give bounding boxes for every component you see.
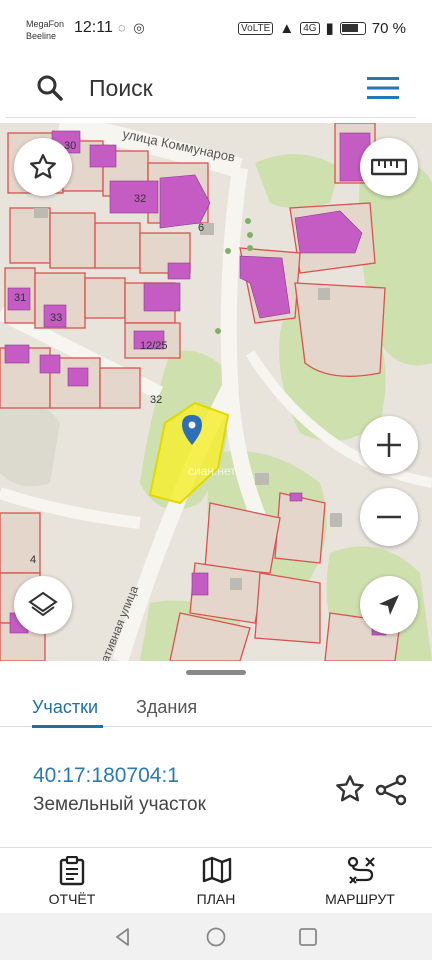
recents-icon[interactable]: [298, 927, 318, 947]
navigation-arrow-icon: [379, 595, 399, 615]
star-icon[interactable]: [334, 773, 366, 805]
parcel-type-label: Земельный участок: [33, 794, 206, 815]
network-badge: 4G: [300, 21, 320, 35]
volte-badge: VoLTE: [238, 21, 274, 35]
notification-icons: ◌ ◎: [118, 20, 147, 35]
signal-icon: ▮: [325, 20, 334, 37]
menu-icon[interactable]: [367, 76, 399, 100]
ruler-button[interactable]: [360, 138, 418, 196]
zoom-out-button[interactable]: [360, 488, 418, 546]
svg-text:4: 4: [30, 554, 36, 566]
system-indicators: VoLTE ▲ 4G ▮ 70 %: [238, 19, 406, 37]
map-canvas[interactable]: улица Коммунаров ативная улица 30 32 6 3…: [0, 123, 432, 661]
battery-icon: [339, 21, 366, 35]
svg-text:32: 32: [150, 394, 162, 406]
report-label: ОТЧЁТ: [48, 891, 96, 907]
svg-text:33: 33: [50, 312, 62, 324]
wifi-icon: ▲: [279, 19, 295, 37]
search-bar[interactable]: Поиск: [6, 58, 416, 118]
active-tab-indicator: [32, 725, 103, 728]
report-button[interactable]: ОТЧЁТ: [17, 848, 127, 914]
carrier-names: MegaFon Beeline: [26, 18, 64, 42]
star-icon: [30, 154, 56, 179]
layers-icon: [28, 591, 58, 617]
map-watermark: сиан.нет: [188, 464, 236, 478]
route-label: МАРШРУТ: [325, 891, 395, 907]
svg-text:31: 31: [14, 292, 26, 304]
route-icon: [347, 856, 375, 884]
layers-button[interactable]: [14, 576, 72, 634]
back-icon[interactable]: [113, 927, 133, 947]
report-icon: [59, 856, 85, 886]
plan-button[interactable]: ПЛАН: [161, 848, 271, 914]
tab-buildings[interactable]: Здания: [136, 697, 197, 718]
tab-parcels[interactable]: Участки: [32, 697, 98, 718]
plan-label: ПЛАН: [196, 891, 236, 907]
search-input[interactable]: Поиск: [89, 75, 153, 102]
svg-text:6: 6: [198, 222, 204, 234]
minus-icon: [377, 515, 401, 519]
svg-text:32: 32: [134, 193, 146, 205]
status-bar: MegaFon Beeline 12:11 ◌ ◎ VoLTE ▲ 4G ▮ 7…: [0, 0, 432, 58]
clock: 12:11: [74, 19, 113, 36]
battery-level: 70 %: [371, 19, 406, 37]
search-icon[interactable]: [36, 74, 64, 102]
parcel-cadastral-number[interactable]: 40:17:180704:1: [33, 764, 179, 788]
route-button[interactable]: МАРШРУТ: [305, 848, 415, 914]
plus-icon: [377, 433, 401, 457]
home-icon[interactable]: [205, 926, 227, 948]
carrier-1: MegaFon: [26, 19, 65, 29]
zoom-in-button[interactable]: [360, 416, 418, 474]
green-area: [0, 400, 60, 487]
ruler-icon: [371, 158, 407, 176]
map-view[interactable]: улица Коммунаров ативная улица 30 32 6 3…: [0, 123, 432, 661]
tab-bar: Участки Здания: [0, 675, 432, 728]
carrier-2: Beeline: [26, 31, 57, 41]
favorite-map-button[interactable]: [14, 138, 72, 196]
action-bar: ОТЧЁТ ПЛАН МАРШРУТ: [0, 847, 432, 913]
my-location-button[interactable]: [360, 576, 418, 634]
share-icon[interactable]: [374, 773, 408, 807]
map-icon: [202, 856, 232, 884]
system-nav-bar: [0, 913, 432, 960]
svg-text:12/25: 12/25: [140, 340, 168, 352]
